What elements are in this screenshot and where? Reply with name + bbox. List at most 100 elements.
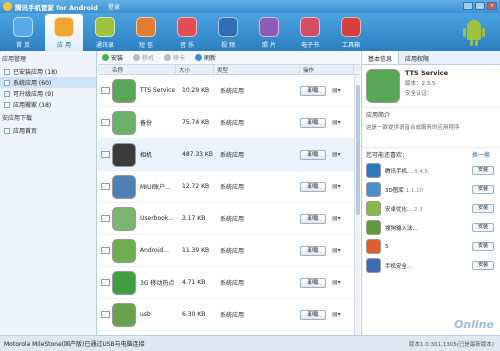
app-icon: [112, 78, 136, 103]
app-size-cell: 11.39 KB: [182, 247, 210, 254]
uninstall-button[interactable]: 卸载: [300, 117, 326, 128]
recommend-app-name: 手机安全...: [385, 262, 445, 270]
table-row[interactable]: 3G 移动热点 4.71 KB 系统应用 卸载 ▤▾: [98, 267, 360, 299]
row-checkbox[interactable]: [101, 279, 110, 286]
recommend-install-button[interactable]: 安装: [472, 223, 494, 232]
nav-item-5[interactable]: 视 频: [209, 14, 247, 51]
refresh-button[interactable]: 刷新: [195, 53, 216, 62]
sidebar-item-2[interactable]: 可升级应用 (9): [0, 88, 96, 99]
recommend-label: 您可能还喜欢：: [366, 152, 409, 159]
uninstall-button[interactable]: 卸载: [300, 277, 326, 288]
app-name-cell: 相机: [140, 152, 153, 159]
recommend-install-button[interactable]: 安装: [472, 185, 494, 194]
maximize-icon[interactable]: □: [475, 2, 485, 10]
row-menu-icon[interactable]: ▤▾: [332, 183, 342, 190]
table-row[interactable]: 备份 75.74 KB 系统应用 卸载 ▤▾: [98, 107, 360, 139]
row-menu-icon[interactable]: ▤▾: [332, 87, 342, 94]
nav-item-7[interactable]: 电子书: [291, 14, 329, 51]
row-checkbox[interactable]: [101, 87, 110, 94]
recommend-item[interactable]: 腾讯手机... 3.4.6 安装: [362, 161, 500, 180]
minimize-icon[interactable]: _: [463, 2, 473, 10]
sidebar-item-label: 系统应用 (60): [13, 80, 52, 87]
app-size-cell: 4.71 KB: [182, 279, 206, 286]
row-checkbox[interactable]: [101, 215, 110, 222]
app-icon: [112, 206, 136, 231]
uninstall-button[interactable]: 卸载: [300, 213, 326, 224]
move-card-button[interactable]: 移卡: [164, 53, 185, 62]
uninstall-button[interactable]: 卸载: [300, 149, 326, 160]
uninstall-button[interactable]: 卸载: [300, 181, 326, 192]
nav-item-0[interactable]: 首 页: [4, 14, 42, 51]
table-row[interactable]: MIUI账户... 12.72 KB 系统应用 卸载 ▤▾: [98, 171, 360, 203]
sidebar-download-item-0[interactable]: 应用首页: [0, 125, 96, 136]
col-type[interactable]: 类型: [214, 65, 300, 74]
move-button[interactable]: 移机: [133, 53, 154, 62]
app-name-cell: usb: [140, 311, 151, 318]
row-checkbox[interactable]: [101, 183, 110, 190]
close-icon[interactable]: ×: [487, 2, 497, 10]
col-name[interactable]: 名称: [98, 65, 176, 74]
nav-item-4[interactable]: 音 乐: [168, 14, 206, 51]
nav-item-1[interactable]: 应 用: [45, 14, 83, 51]
nav-icon: [13, 17, 33, 37]
uninstall-button[interactable]: 卸载: [300, 85, 326, 96]
sidebar-item-1[interactable]: 系统应用 (60): [0, 77, 96, 88]
recommend-install-button[interactable]: 安装: [472, 204, 494, 213]
table-row[interactable]: Userbook... 3.17 KB 系统应用 卸载 ▤▾: [98, 203, 360, 235]
col-size[interactable]: 大小: [176, 65, 214, 74]
row-menu-icon[interactable]: ▤▾: [332, 279, 342, 286]
recommend-item[interactable]: 3D图库 1.1.10 安装: [362, 180, 500, 199]
row-menu-icon[interactable]: ▤▾: [332, 151, 342, 158]
table-row[interactable]: usb 6.30 KB 系统应用 卸载 ▤▾: [98, 299, 360, 331]
scrollbar-thumb[interactable]: [356, 85, 360, 215]
uninstall-button[interactable]: 卸载: [300, 245, 326, 256]
row-checkbox[interactable]: [101, 119, 110, 126]
nav-item-3[interactable]: 短 信: [127, 14, 165, 51]
row-checkbox[interactable]: [101, 311, 110, 318]
change-link[interactable]: 换一换: [472, 150, 490, 159]
recommend-item[interactable]: 搜狗输入法... 安装: [362, 218, 500, 237]
row-menu-icon[interactable]: ▤▾: [332, 215, 342, 222]
scrollbar[interactable]: [354, 75, 360, 335]
table-row[interactable]: Android... 11.39 KB 系统应用 卸载 ▤▾: [98, 235, 360, 267]
tab-basic-info[interactable]: 基本信息: [362, 51, 400, 64]
tab-permissions[interactable]: 应用权限: [399, 51, 435, 64]
recommend-install-button[interactable]: 安装: [472, 242, 494, 251]
nav-label: 通讯录: [95, 42, 114, 49]
recommend-install-button[interactable]: 安装: [472, 261, 494, 270]
home-icon: [4, 127, 10, 134]
status-bar: Motorola MileStone(国产版)已通过USB与电脑连接 版本1.0…: [0, 335, 500, 351]
sidebar-item-0[interactable]: 已安装应用 (18): [0, 66, 96, 77]
app-list-panel: 安装 移机 移卡 刷新 名称 大小 类型 操作 TTS Service 10.2…: [98, 51, 360, 335]
recommend-header: 您可能还喜欢： 换一换: [362, 147, 500, 161]
recommend-name-text: 手机安全...: [385, 263, 413, 270]
nav-label: 首 页: [16, 42, 30, 49]
app-table: TTS Service 10.29 KB 系统应用 卸载 ▤▾ 备份 75.74…: [98, 75, 360, 335]
nav-item-6[interactable]: 照 片: [250, 14, 288, 51]
nav-item-8[interactable]: 工具箱: [332, 14, 370, 51]
install-button[interactable]: 安装: [102, 53, 123, 62]
nav-item-2[interactable]: 通讯录: [86, 14, 124, 51]
category-icon: [4, 68, 10, 75]
table-row[interactable]: TTS Service 10.29 KB 系统应用 卸载 ▤▾: [98, 75, 360, 107]
recommend-app-icon: [366, 201, 381, 216]
recommend-install-button[interactable]: 安装: [472, 166, 494, 175]
move-card-icon: [164, 54, 172, 61]
row-menu-icon[interactable]: ▤▾: [332, 119, 342, 126]
sidebar-item-3[interactable]: 应用搬家 (18): [0, 99, 96, 110]
app-name-cell: TTS Service: [140, 87, 176, 94]
row-checkbox[interactable]: [101, 247, 110, 254]
recommend-item[interactable]: 安卓优化... 2.3 安装: [362, 199, 500, 218]
recommend-item[interactable]: 手机安全... 安装: [362, 256, 500, 275]
table-row[interactable]: 相机 487.33 KB 系统应用 卸载 ▤▾: [98, 139, 360, 171]
login-link[interactable]: 登录: [108, 2, 120, 11]
uninstall-button[interactable]: 卸载: [300, 309, 326, 320]
table-header: 名称 大小 类型 操作: [98, 65, 360, 75]
recommend-app-icon: [366, 182, 381, 197]
row-checkbox[interactable]: [101, 151, 110, 158]
row-menu-icon[interactable]: ▤▾: [332, 247, 342, 254]
row-menu-icon[interactable]: ▤▾: [332, 311, 342, 318]
left-sidebar: 应用管理 已安装应用 (18) 系统应用 (60) 可升级应用 (9) 应用搬家 (1…: [0, 51, 97, 335]
recommend-item[interactable]: S 安装: [362, 237, 500, 256]
nav-icon: [177, 17, 197, 37]
